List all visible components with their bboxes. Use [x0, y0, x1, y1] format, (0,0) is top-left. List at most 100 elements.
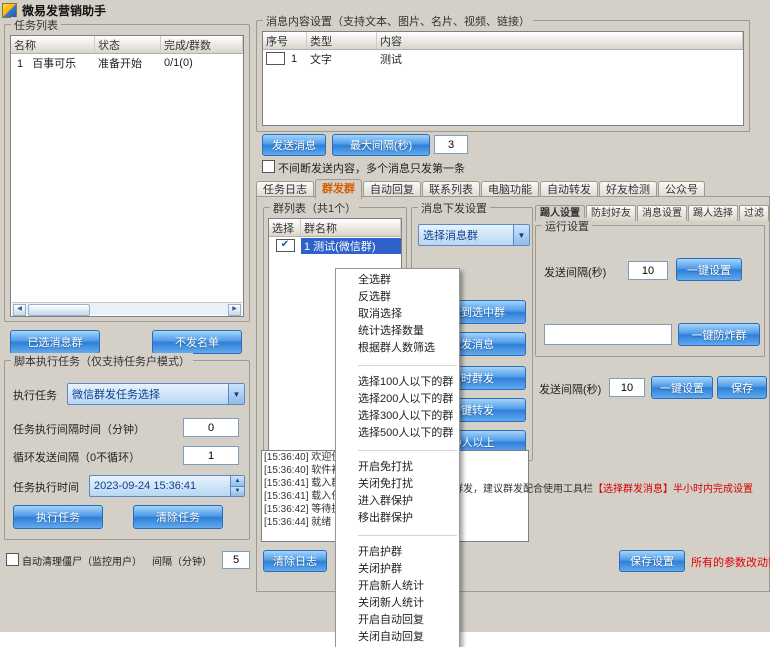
- time-label: 任务执行时间: [13, 479, 79, 495]
- context-menu: 全选群 反选群 取消选择 统计选择数量 根据群人数筛选 选择100人以下的群 选…: [335, 268, 460, 647]
- script-task-group: 脚本执行任务（仅支持任务户模式） 执行任务 微信群发任务选择 ▼ 任务执行间隔时…: [4, 360, 250, 540]
- horizontal-scrollbar[interactable]: ◀ ▶: [12, 302, 242, 315]
- usage-hint: 满人去群发，建议群发配合使用工具栏【选择群发消息】半小时内完成设置: [423, 483, 765, 496]
- message-content-group: 消息内容设置（支持文本、图片、名片、视频、链接） 序号 类型 内容 1 文字 测…: [256, 20, 750, 132]
- menu-disable-auto-reply[interactable]: 关闭自动回复: [336, 629, 459, 646]
- tab-group-send[interactable]: 群发群: [315, 179, 362, 199]
- menu-select-under-500[interactable]: 选择500人以下的群: [336, 425, 459, 442]
- task-list-group: 任务列表 名称 状态 完成/群数 1 百事可乐 准备开始 0/1(0) ◀ ▶: [4, 24, 250, 322]
- menu-enable-dnd[interactable]: 开启免打扰: [336, 459, 459, 476]
- menu-filter-by-members[interactable]: 根据群人数筛选: [336, 340, 459, 357]
- set2-button[interactable]: 一键设置: [651, 376, 713, 399]
- auto-clean-input[interactable]: [222, 551, 250, 569]
- group-row-checkbox[interactable]: [276, 239, 295, 252]
- col-select[interactable]: 选择: [269, 219, 301, 236]
- spin-down-icon[interactable]: ▼: [231, 487, 244, 497]
- clear-log-button[interactable]: 清除日志: [263, 550, 327, 572]
- message-row-checkbox[interactable]: [266, 52, 285, 65]
- scrollbar-thumb[interactable]: [28, 304, 90, 316]
- selected-groups-button[interactable]: 已选消息群: [10, 330, 100, 354]
- chevron-down-icon[interactable]: ▼: [228, 384, 244, 404]
- message-row[interactable]: 1 文字 测试: [263, 50, 743, 67]
- auto-clean-checkbox[interactable]: [6, 553, 19, 566]
- task-select-dropdown[interactable]: 微信群发任务选择 ▼: [67, 383, 245, 405]
- menu-separator: [358, 365, 457, 366]
- interval2-input[interactable]: [609, 378, 645, 397]
- menu-select-all[interactable]: 全选群: [336, 272, 459, 289]
- rtab-anti-ban[interactable]: 防封好友: [586, 205, 636, 221]
- rtab-kick-select[interactable]: 踢人选择: [688, 205, 738, 221]
- datetime-value: 2023-09-24 15:36:41: [94, 480, 196, 492]
- menu-enable-guard[interactable]: 开启护群: [336, 544, 459, 561]
- menu-enter-protection[interactable]: 进入群保护: [336, 493, 459, 510]
- menu-disable-guard[interactable]: 关闭护群: [336, 561, 459, 578]
- spinner-control[interactable]: ▲▼: [230, 476, 244, 496]
- message-row-content: 测试: [377, 51, 743, 67]
- clear-task-button[interactable]: 清除任务: [133, 505, 223, 529]
- group-row[interactable]: 1 测试(微信群): [269, 237, 401, 254]
- menu-enable-newcomer-stats[interactable]: 开启新人统计: [336, 578, 459, 595]
- task-table-header: 名称 状态 完成/群数: [11, 36, 243, 54]
- spin-up-icon[interactable]: ▲: [231, 476, 244, 487]
- save-params-button[interactable]: 保存: [717, 376, 767, 399]
- menu-clear-selection[interactable]: 取消选择: [336, 306, 459, 323]
- anti-bomb-button[interactable]: 一键防炸群: [678, 323, 760, 346]
- menu-disable-dnd[interactable]: 关闭免打扰: [336, 476, 459, 493]
- col-content[interactable]: 内容: [377, 32, 743, 49]
- set1-button[interactable]: 一键设置: [676, 258, 742, 281]
- no-break-checkbox[interactable]: [262, 160, 275, 173]
- send-message-button[interactable]: 发送消息: [262, 134, 326, 156]
- interval-input[interactable]: [183, 418, 239, 437]
- task-select-value: 微信群发任务选择: [72, 386, 160, 402]
- col-group-name[interactable]: 群名称: [301, 219, 401, 236]
- send-settings-title: 消息下发设置: [418, 200, 490, 216]
- exec-task-label: 执行任务: [13, 387, 57, 403]
- message-row-type: 文字: [307, 51, 377, 67]
- task-row[interactable]: 1 百事可乐 准备开始 0/1(0): [11, 54, 243, 71]
- scroll-left-icon[interactable]: ◀: [13, 304, 26, 316]
- group-list-header: 选择 群名称: [269, 219, 401, 237]
- interval1-input[interactable]: [628, 261, 668, 280]
- col-status[interactable]: 状态: [95, 36, 161, 53]
- app-icon: [2, 3, 17, 18]
- menu-enable-auto-reply[interactable]: 开启自动回复: [336, 612, 459, 629]
- col-index[interactable]: 序号: [263, 32, 307, 49]
- menu-disable-newcomer-stats[interactable]: 关闭新人统计: [336, 595, 459, 612]
- blacklist-button[interactable]: 不发名单: [152, 330, 242, 354]
- menu-invert-selection[interactable]: 反选群: [336, 289, 459, 306]
- run-settings-group: 运行设置 发送间隔(秒) 一键设置 一键防炸群: [535, 225, 765, 357]
- group-row-check-cell: [269, 239, 301, 252]
- menu-count-selection[interactable]: 统计选择数量: [336, 323, 459, 340]
- task-list-title: 任务列表: [11, 17, 61, 33]
- col-type[interactable]: 类型: [307, 32, 377, 49]
- menu-separator: [358, 450, 457, 451]
- task-row-name: 1 百事可乐: [11, 55, 95, 71]
- menu-exit-protection[interactable]: 移出群保护: [336, 510, 459, 527]
- menu-select-under-300[interactable]: 选择300人以下的群: [336, 408, 459, 425]
- loop-input[interactable]: [183, 446, 239, 465]
- message-group-dropdown[interactable]: 选择消息群 ▼: [418, 224, 530, 246]
- menu-select-under-100[interactable]: 选择100人以下的群: [336, 374, 459, 391]
- message-table: 序号 类型 内容 1 文字 测试: [262, 31, 744, 126]
- save-warning-text: 所有的参数改动需要保存: [691, 554, 770, 570]
- task-row-status: 准备开始: [95, 55, 161, 71]
- anti-input[interactable]: [544, 324, 672, 345]
- col-progress[interactable]: 完成/群数: [161, 36, 243, 53]
- run-settings-title: 运行设置: [542, 218, 592, 234]
- message-content-title: 消息内容设置（支持文本、图片、名片、视频、链接）: [263, 13, 533, 29]
- rtab-message-settings[interactable]: 消息设置: [637, 205, 687, 221]
- interval2-label: 发送间隔(秒): [539, 381, 601, 397]
- loop-label: 循环发送间隔（0不循环）: [13, 449, 140, 465]
- col-name[interactable]: 名称: [11, 36, 95, 53]
- rtab-filter[interactable]: 过滤: [739, 205, 769, 221]
- group-row-name: 1 测试(微信群): [301, 238, 401, 254]
- max-interval-input[interactable]: [434, 135, 468, 154]
- datetime-picker[interactable]: 2023-09-24 15:36:41 ▲▼: [89, 475, 245, 497]
- scroll-right-icon[interactable]: ▶: [228, 304, 241, 316]
- chevron-down-icon[interactable]: ▼: [513, 225, 529, 245]
- auto-clean-label: 自动清理僵尸（监控用户）: [22, 553, 142, 568]
- menu-select-under-200[interactable]: 选择200人以下的群: [336, 391, 459, 408]
- run-task-button[interactable]: 执行任务: [13, 505, 103, 529]
- save-settings-button[interactable]: 保存设置: [619, 550, 685, 572]
- auto-clean-interval-label: 间隔（分钟）: [152, 553, 212, 568]
